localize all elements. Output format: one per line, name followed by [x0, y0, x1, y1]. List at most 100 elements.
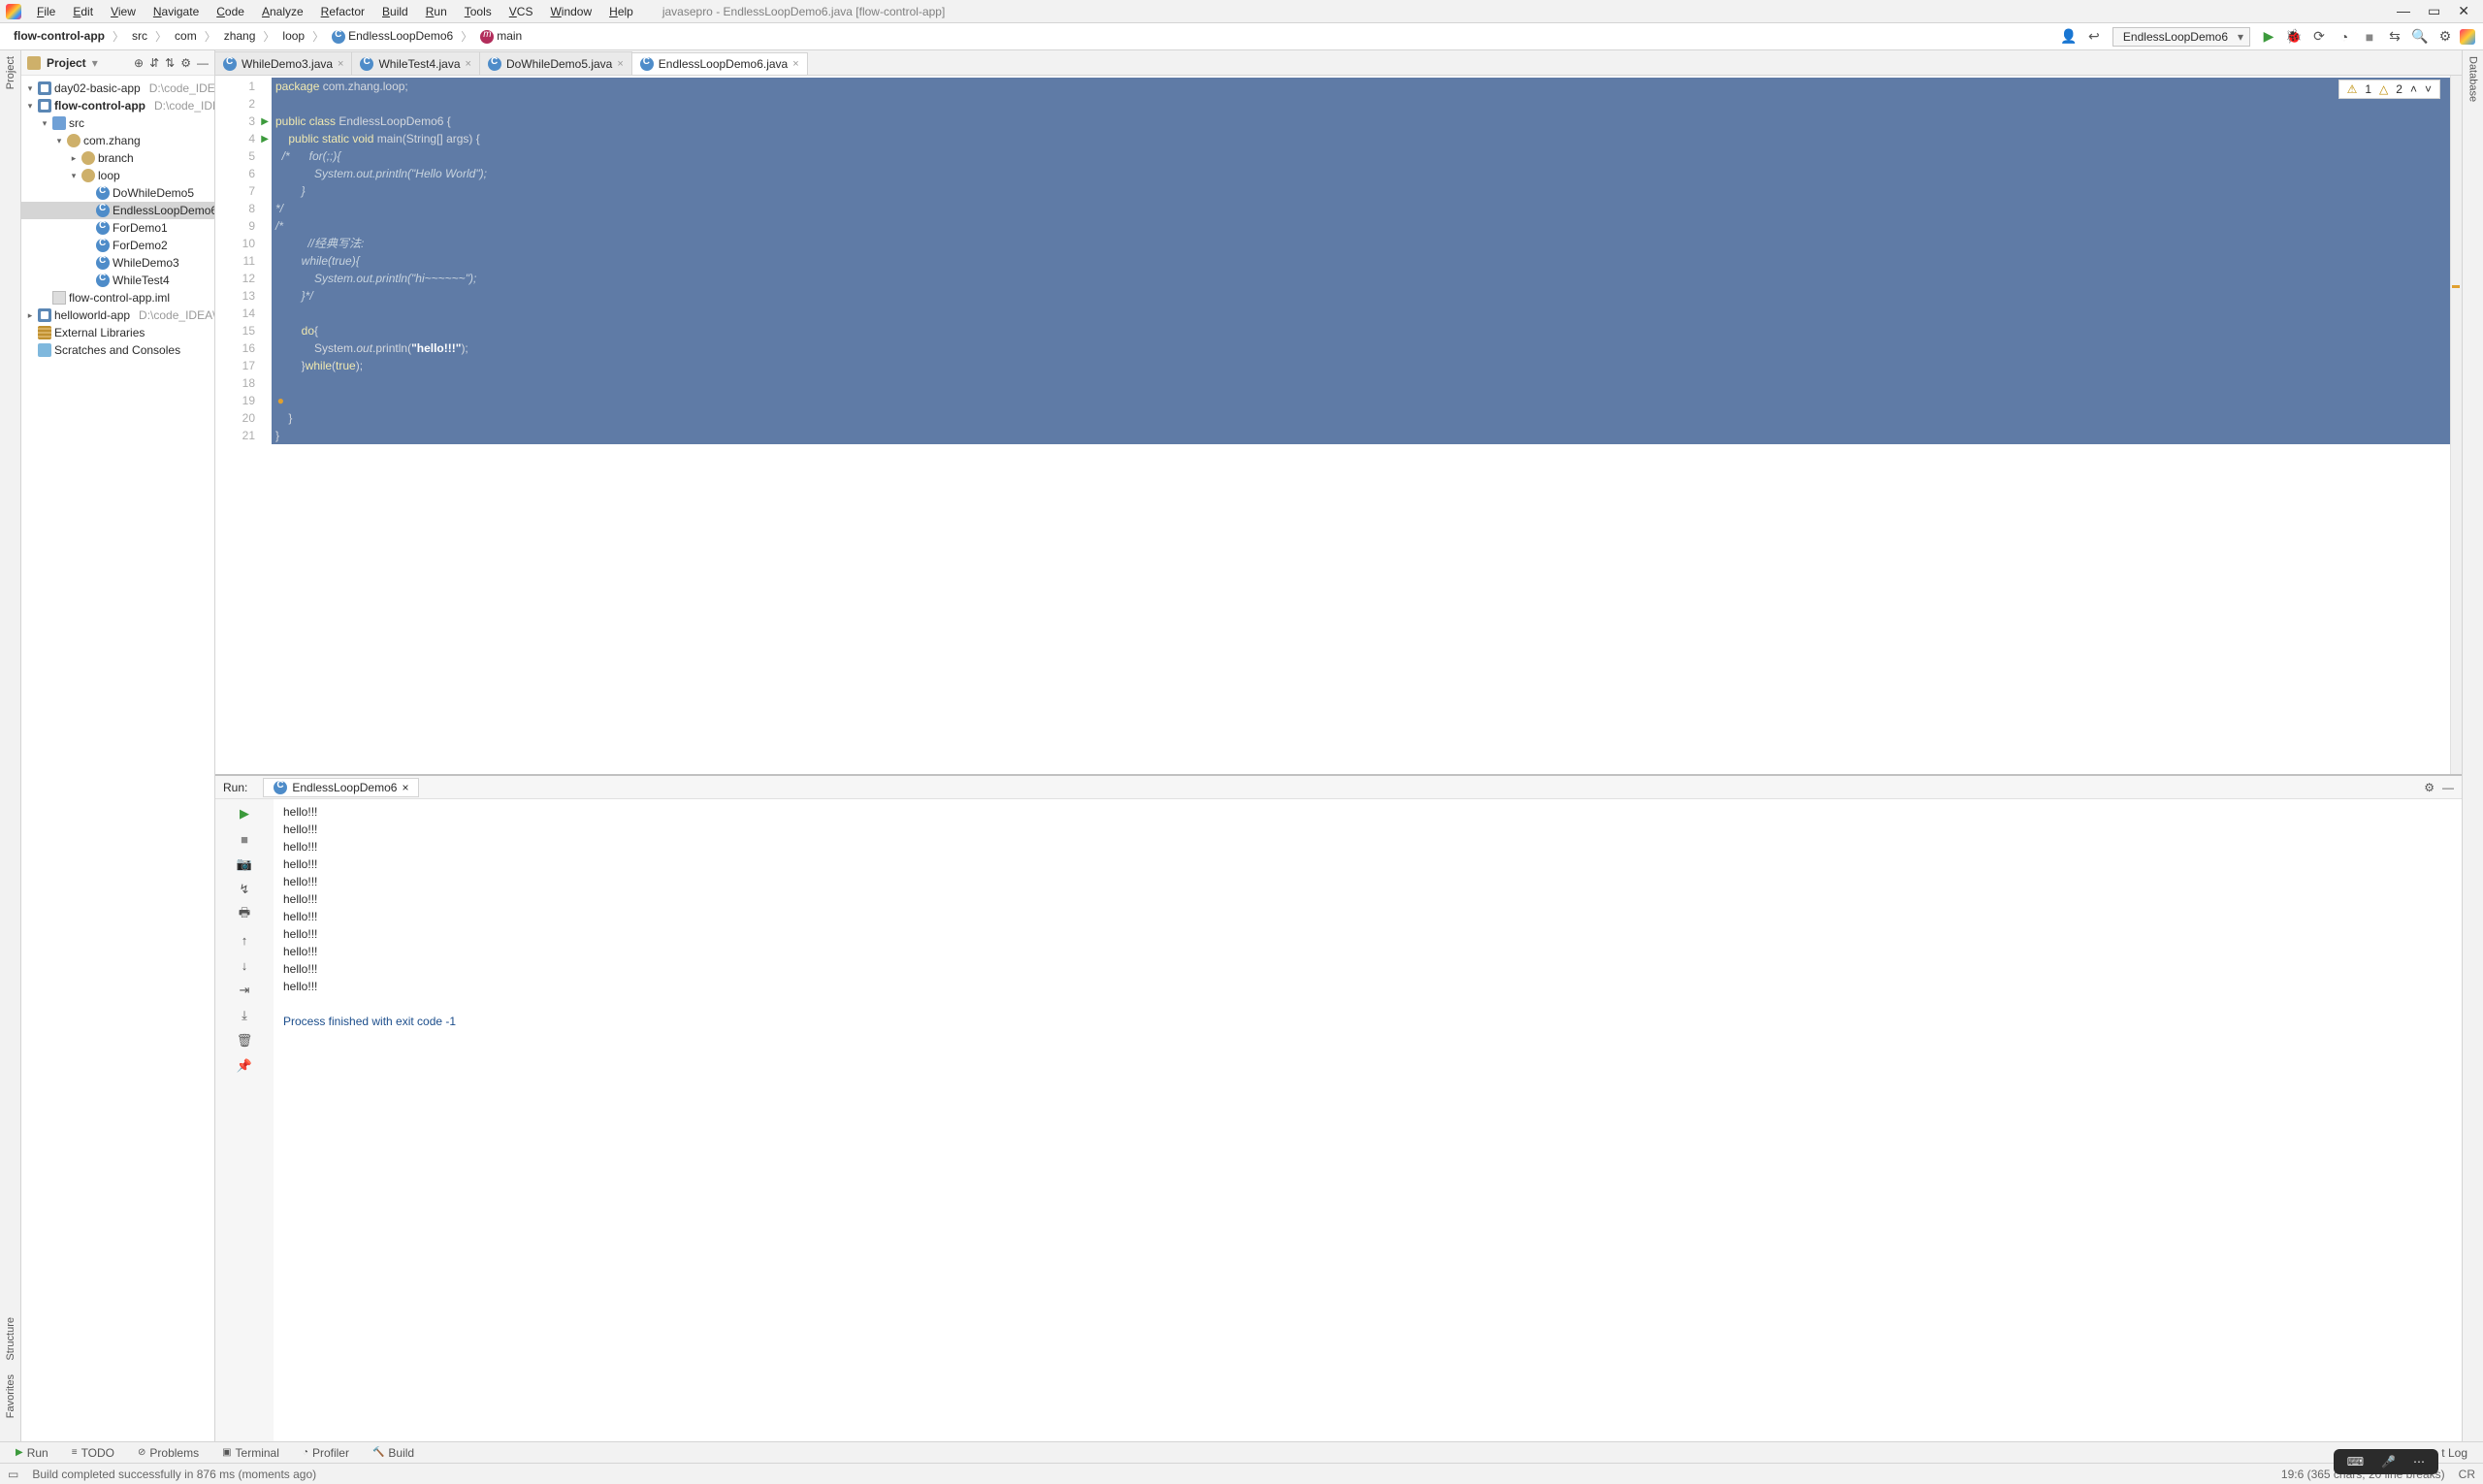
favorites-panel-tab[interactable]: Favorites [5, 1374, 16, 1418]
expand-arrow-icon[interactable]: ▾ [69, 171, 79, 181]
search-button[interactable]: 🔍 [2409, 26, 2431, 48]
gutter-line[interactable]: 14 [215, 305, 271, 322]
breadcrumb-method[interactable]: main [474, 27, 528, 46]
bottom-tab-problems[interactable]: ⊘Problems [128, 1444, 209, 1462]
close-icon[interactable]: × [617, 58, 623, 70]
tree-node[interactable]: WhileTest4 [21, 272, 214, 289]
close-icon[interactable]: × [466, 58, 471, 70]
clear-button[interactable]: 🗑 [236, 1032, 253, 1049]
editor-text-area[interactable]: package com.zhang.loop;public class Endl… [272, 76, 2462, 774]
project-tree[interactable]: ▾day02-basic-appD:\code_IDEA\ja▾flow-con… [21, 76, 214, 1441]
run-tab[interactable]: EndlessLoopDemo6 × [263, 778, 419, 797]
gutter-line[interactable]: 15 [215, 322, 271, 339]
code-line[interactable]: }*/ [272, 287, 2462, 305]
editor-gutter[interactable]: 123456789101112131415161718192021 [215, 76, 272, 774]
menu-edit[interactable]: Edit [65, 3, 101, 20]
bottom-tab-eventlog[interactable]: t Log [2432, 1444, 2477, 1462]
menu-code[interactable]: Code [209, 3, 252, 20]
close-icon[interactable]: × [402, 781, 408, 794]
code-line[interactable]: System.out.println("hi~~~~~~"); [272, 270, 2462, 287]
down-stack-button[interactable]: ↓ [236, 956, 253, 974]
gutter-line[interactable]: 5 [215, 147, 271, 165]
menu-help[interactable]: Help [601, 3, 641, 20]
inspection-widget[interactable]: ⚠1 △2 ˄ ˅ [2338, 80, 2440, 99]
breadcrumb-part[interactable]: src [126, 27, 153, 45]
code-line[interactable]: */ [272, 200, 2462, 217]
tree-node[interactable]: ▾com.zhang [21, 132, 214, 149]
tree-node[interactable]: ▾flow-control-appD:\code_IDEA\j [21, 97, 214, 114]
run-console-output[interactable]: hello!!!hello!!!hello!!!hello!!!hello!!!… [274, 799, 2462, 1441]
menu-navigate[interactable]: Navigate [145, 3, 207, 20]
window-maximize-button[interactable]: ▭ [2428, 3, 2440, 19]
project-panel-tab[interactable]: Project [5, 56, 16, 89]
gutter-line[interactable]: 19 [215, 392, 271, 409]
breadcrumb-class[interactable]: EndlessLoopDemo6 [326, 27, 459, 46]
breadcrumb-part[interactable]: loop [276, 27, 310, 45]
pin-button[interactable]: 📌 [236, 1057, 253, 1075]
expand-arrow-icon[interactable]: ▸ [25, 310, 35, 321]
voice-more-icon[interactable]: ⋯ [2413, 1455, 2425, 1468]
code-line[interactable]: //经典写法: [272, 235, 2462, 252]
rerun-button[interactable]: ▶ [236, 805, 253, 823]
run-hide-button[interactable]: — [2442, 781, 2454, 794]
back-icon[interactable]: ↩ [2083, 26, 2105, 48]
up-stack-button[interactable]: ↑ [236, 931, 253, 949]
collapse-all-button[interactable]: ⇅ [165, 56, 175, 70]
expand-all-button[interactable]: ⇵ [149, 56, 159, 70]
breadcrumb-part[interactable]: zhang [218, 27, 262, 45]
scroll-end-button[interactable]: ⤓ [236, 1007, 253, 1024]
gutter-line[interactable]: 18 [215, 374, 271, 392]
menu-run[interactable]: Run [418, 3, 455, 20]
window-close-button[interactable]: ✕ [2458, 3, 2469, 19]
status-icon[interactable]: ▭ [8, 1468, 18, 1481]
tree-node[interactable]: ForDemo2 [21, 237, 214, 254]
code-line[interactable]: } [272, 409, 2462, 427]
breadcrumb-part[interactable]: com [169, 27, 203, 45]
panel-settings-button[interactable]: ⚙ [180, 56, 191, 70]
menu-refactor[interactable]: Refactor [313, 3, 372, 20]
bottom-tab-build[interactable]: 🔨Build [363, 1444, 424, 1462]
menu-window[interactable]: Window [542, 3, 599, 20]
editor-tab[interactable]: EndlessLoopDemo6.java× [631, 52, 808, 76]
next-highlight-button[interactable]: ˅ [2425, 82, 2432, 96]
editor-scrollbar[interactable] [2450, 76, 2462, 774]
code-line[interactable] [272, 444, 2462, 462]
profile-button[interactable]: ◔ [2334, 26, 2355, 48]
gutter-line[interactable]: 12 [215, 270, 271, 287]
run-settings-button[interactable]: ⚙ [2424, 781, 2435, 794]
gutter-line[interactable]: 17 [215, 357, 271, 374]
bottom-tab-profiler[interactable]: ◔Profiler [293, 1444, 359, 1462]
tree-node[interactable]: Scratches and Consoles [21, 341, 214, 359]
code-line[interactable] [272, 392, 2462, 409]
voice-mic-icon[interactable]: 🎤 [2381, 1455, 2396, 1468]
bottom-tab-terminal[interactable]: ▣Terminal [212, 1444, 289, 1462]
line-separator[interactable]: CR [2459, 1468, 2475, 1481]
tree-node[interactable]: ▸helloworld-appD:\code_IDEA\jav [21, 306, 214, 324]
code-line[interactable]: do{ [272, 322, 2462, 339]
menu-build[interactable]: Build [374, 3, 416, 20]
menu-vcs[interactable]: VCS [501, 3, 541, 20]
gutter-line[interactable]: 1 [215, 78, 271, 95]
prev-highlight-button[interactable]: ˄ [2410, 82, 2417, 96]
editor-tab[interactable]: WhileDemo3.java× [215, 51, 352, 75]
ide-icon[interactable] [2460, 29, 2475, 45]
code-line[interactable]: System.out.println("hello!!!"); [272, 339, 2462, 357]
menu-file[interactable]: File [29, 3, 63, 20]
run-button[interactable]: ▶ [2258, 26, 2279, 48]
stop-button[interactable]: ■ [2359, 26, 2380, 48]
debug-button[interactable]: 🐞 [2283, 26, 2305, 48]
expand-arrow-icon[interactable]: ▸ [69, 153, 79, 164]
code-line[interactable]: /* for(;;){ [272, 147, 2462, 165]
gutter-line[interactable]: 7 [215, 182, 271, 200]
tree-node[interactable]: ▸branch [21, 149, 214, 167]
structure-panel-tab[interactable]: Structure [5, 1317, 16, 1361]
code-line[interactable]: } [272, 427, 2462, 444]
code-line[interactable] [272, 95, 2462, 113]
menu-view[interactable]: View [103, 3, 144, 20]
tree-node[interactable]: DoWhileDemo5 [21, 184, 214, 202]
voice-overlay[interactable]: ⌨ 🎤 ⋯ [2334, 1449, 2438, 1474]
tree-node[interactable]: WhileDemo3 [21, 254, 214, 272]
menu-tools[interactable]: Tools [457, 3, 500, 20]
code-line[interactable]: while(true){ [272, 252, 2462, 270]
layout-button[interactable]: ↯ [236, 881, 253, 898]
